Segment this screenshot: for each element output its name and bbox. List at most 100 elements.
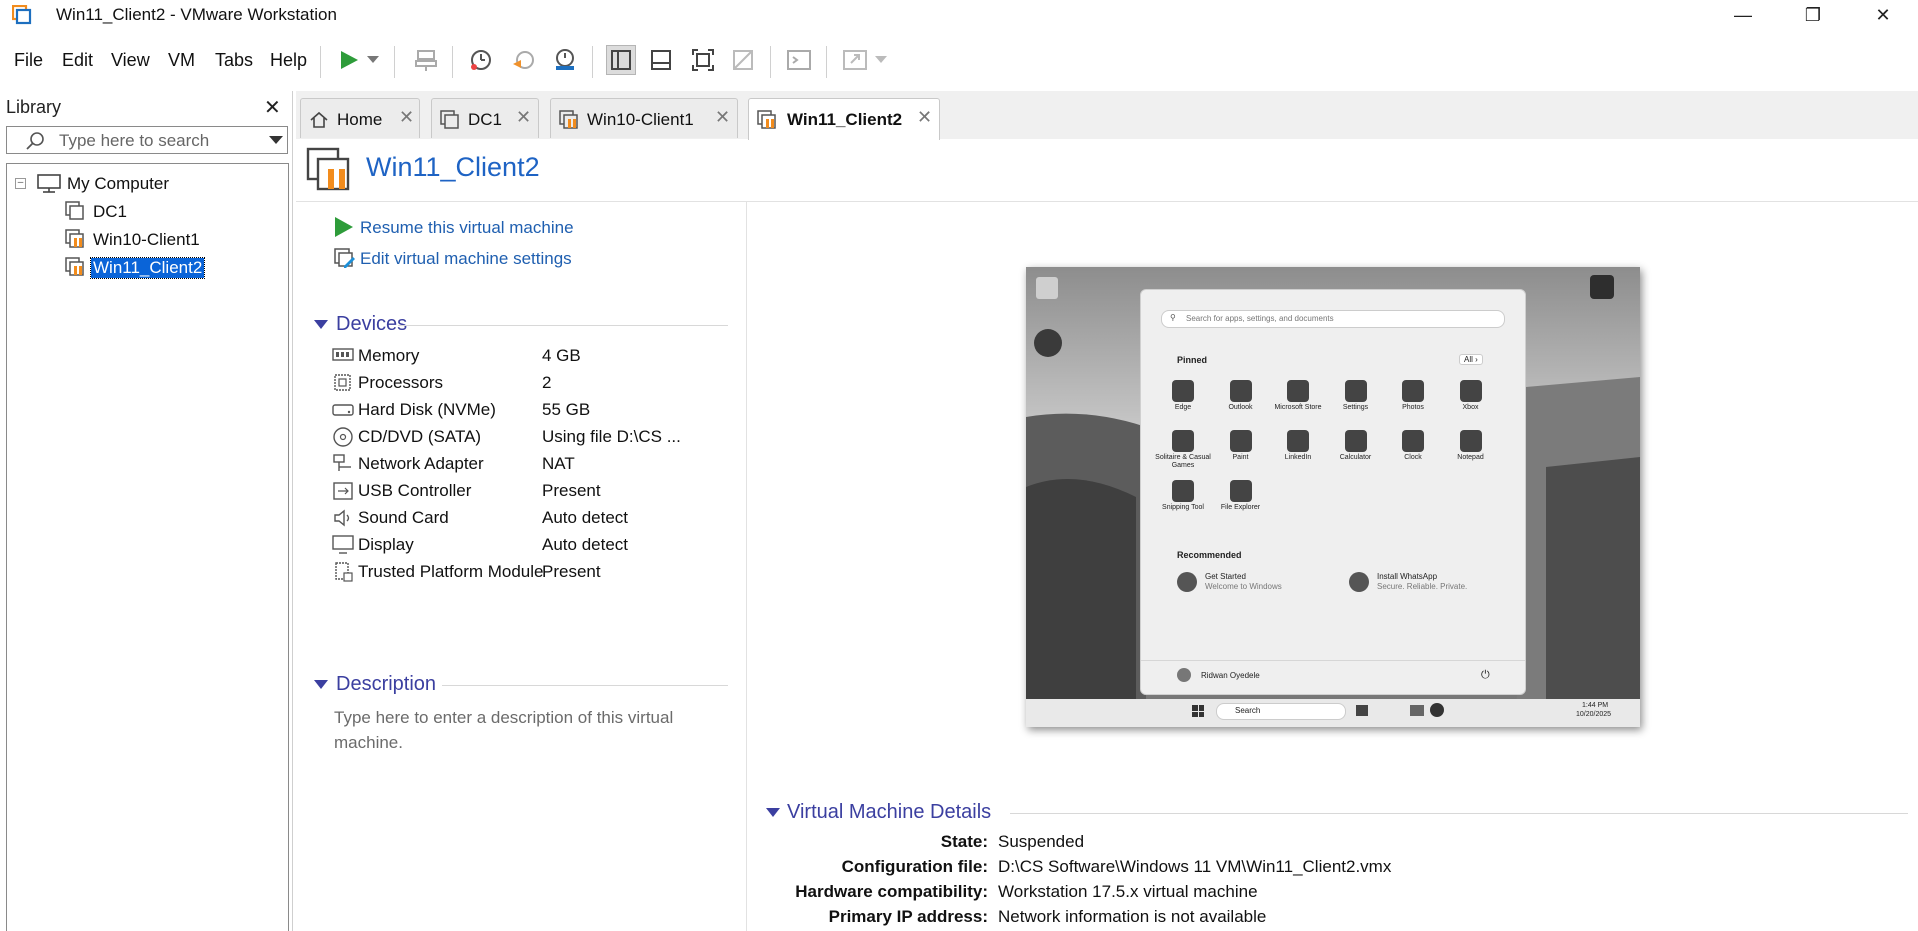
library-search-input[interactable] (57, 130, 261, 152)
tab-close-icon[interactable]: ✕ (715, 107, 730, 128)
tree-item-my-computer[interactable]: My Computer (67, 174, 169, 194)
menu-edit[interactable]: Edit (62, 50, 93, 71)
tab-win10-client1[interactable]: Win10-Client1 ✕ (550, 98, 738, 138)
menu-help[interactable]: Help (270, 50, 307, 71)
device-name[interactable]: Trusted Platform Module (358, 562, 544, 582)
chevron-down-icon[interactable] (872, 45, 890, 75)
pinned-app[interactable]: LinkedIn (1270, 430, 1326, 476)
maximize-button[interactable]: ❐ (1784, 0, 1842, 30)
revert-snapshot-icon[interactable] (508, 45, 538, 75)
unity-icon[interactable] (728, 45, 758, 75)
library-close-icon[interactable]: ✕ (264, 95, 281, 120)
show-library-icon[interactable] (606, 45, 636, 75)
menu-file[interactable]: File (14, 50, 43, 71)
collapse-arrow-icon[interactable] (766, 808, 780, 818)
library-search-box[interactable] (6, 126, 288, 154)
library-tree: – My Computer DC1 Win10-Client1 Win11_Cl… (6, 163, 289, 931)
title-bar: Win11_Client2 - VMware Workstation — ❐ ✕ (0, 0, 1918, 30)
vm-suspended-large-icon (306, 147, 350, 191)
device-name[interactable]: Processors (358, 373, 443, 393)
vm-icon (65, 201, 84, 220)
task-view-icon[interactable] (1356, 705, 1368, 716)
chevron-down-icon[interactable] (364, 45, 382, 75)
power-on-play-icon[interactable] (334, 45, 364, 75)
pinned-app[interactable]: Paint (1213, 430, 1269, 476)
device-name[interactable]: USB Controller (358, 481, 471, 501)
device-name[interactable]: Memory (358, 346, 419, 366)
section-divider (398, 325, 728, 326)
device-name[interactable]: Network Adapter (358, 454, 484, 474)
device-name[interactable]: Sound Card (358, 508, 449, 528)
pinned-app[interactable]: File Explorer (1213, 480, 1269, 526)
device-name[interactable]: CD/DVD (SATA) (358, 427, 481, 447)
file-explorer-taskbar-icon[interactable] (1410, 705, 1424, 716)
tab-close-icon[interactable]: ✕ (917, 107, 932, 128)
snapshot-manager-icon[interactable] (550, 45, 580, 75)
chevron-down-icon[interactable] (269, 136, 283, 145)
pinned-app[interactable]: Xbox (1443, 380, 1499, 426)
recommended-title[interactable]: Get Started (1205, 572, 1246, 581)
full-screen-icon[interactable] (688, 45, 718, 75)
edge-taskbar-icon[interactable] (1430, 703, 1444, 717)
edge-desktop-icon[interactable] (1034, 329, 1062, 357)
tree-item-win11-client2[interactable]: Win11_Client2 (89, 257, 206, 279)
app-icon (1229, 380, 1252, 402)
stretch-guest-icon[interactable] (840, 45, 870, 75)
tab-close-icon[interactable]: ✕ (516, 107, 531, 128)
close-button[interactable]: ✕ (1854, 0, 1912, 30)
app-icon (1172, 430, 1194, 452)
tab-dc1[interactable]: DC1 ✕ (431, 98, 539, 138)
console-view-icon[interactable] (784, 45, 814, 75)
edit-settings-link[interactable]: Edit virtual machine settings (360, 249, 572, 269)
pinned-app[interactable]: Settings (1328, 380, 1384, 426)
user-avatar[interactable] (1177, 668, 1191, 682)
tab-win11-client2[interactable]: Win11_Client2 ✕ (748, 98, 940, 140)
pinned-label: Pinned (1177, 355, 1208, 365)
pinned-app[interactable]: Solitaire & Casual Games (1155, 430, 1211, 476)
pinned-app[interactable]: Microsoft Store (1270, 380, 1326, 426)
send-ctrl-alt-del-icon[interactable] (411, 45, 441, 75)
recommended-title[interactable]: Install WhatsApp (1377, 572, 1437, 581)
thumbnail-bar-icon[interactable] (646, 45, 676, 75)
menu-tabs[interactable]: Tabs (215, 50, 253, 71)
device-name[interactable]: Hard Disk (NVMe) (358, 400, 496, 420)
desktop-shortcut-icon[interactable] (1590, 275, 1614, 299)
collapse-arrow-icon[interactable] (314, 680, 328, 690)
pinned-app[interactable]: Photos (1385, 380, 1441, 426)
tree-item-dc1[interactable]: DC1 (93, 202, 127, 222)
vm-screenshot-preview[interactable]: Search for apps, settings, and documents… (1026, 267, 1640, 727)
windows-start-icon[interactable] (1192, 705, 1204, 717)
collapse-arrow-icon[interactable] (314, 320, 328, 330)
device-name[interactable]: Display (358, 535, 414, 555)
devices-header[interactable]: Devices (336, 313, 407, 336)
tab-close-icon[interactable]: ✕ (399, 107, 414, 128)
minimize-button[interactable]: — (1714, 0, 1772, 30)
power-icon[interactable]: ⏻ (1481, 669, 1490, 682)
pinned-app[interactable]: Notepad (1443, 430, 1499, 476)
app-label: Microsoft Store (1274, 404, 1322, 411)
pinned-app[interactable]: Snipping Tool (1155, 480, 1211, 526)
pinned-app[interactable]: Edge (1155, 380, 1211, 426)
resume-vm-link[interactable]: Resume this virtual machine (360, 218, 574, 238)
take-snapshot-icon[interactable] (466, 45, 496, 75)
menu-vm[interactable]: VM (168, 50, 195, 71)
collapse-icon[interactable]: – (15, 178, 26, 189)
menu-view[interactable]: View (111, 50, 150, 71)
description-header[interactable]: Description (336, 673, 436, 696)
pinned-app[interactable]: Clock (1385, 430, 1441, 476)
device-value: 2 (542, 373, 552, 392)
all-apps-button[interactable]: All › (1459, 354, 1483, 365)
taskbar-search-box[interactable]: Search (1216, 703, 1346, 720)
pinned-app[interactable]: Outlook (1213, 380, 1269, 426)
recycle-bin-icon[interactable] (1036, 277, 1058, 299)
whatsapp-icon (1349, 572, 1369, 592)
devices-list: Memory 4 GB Processors 2 Hard Disk (NVMe) 55 … (332, 346, 742, 616)
description-text[interactable]: Type here to enter a description of this… (334, 705, 714, 755)
user-name[interactable]: Ridwan Oyedele (1201, 671, 1260, 680)
pinned-app[interactable]: Calculator (1328, 430, 1384, 476)
tree-item-win10-client1[interactable]: Win10-Client1 (93, 230, 200, 250)
speaker-icon (334, 509, 350, 527)
vm-details-header[interactable]: Virtual Machine Details (787, 801, 991, 824)
start-search-box[interactable]: Search for apps, settings, and documents… (1161, 310, 1505, 328)
tab-home[interactable]: Home ✕ (300, 98, 420, 138)
